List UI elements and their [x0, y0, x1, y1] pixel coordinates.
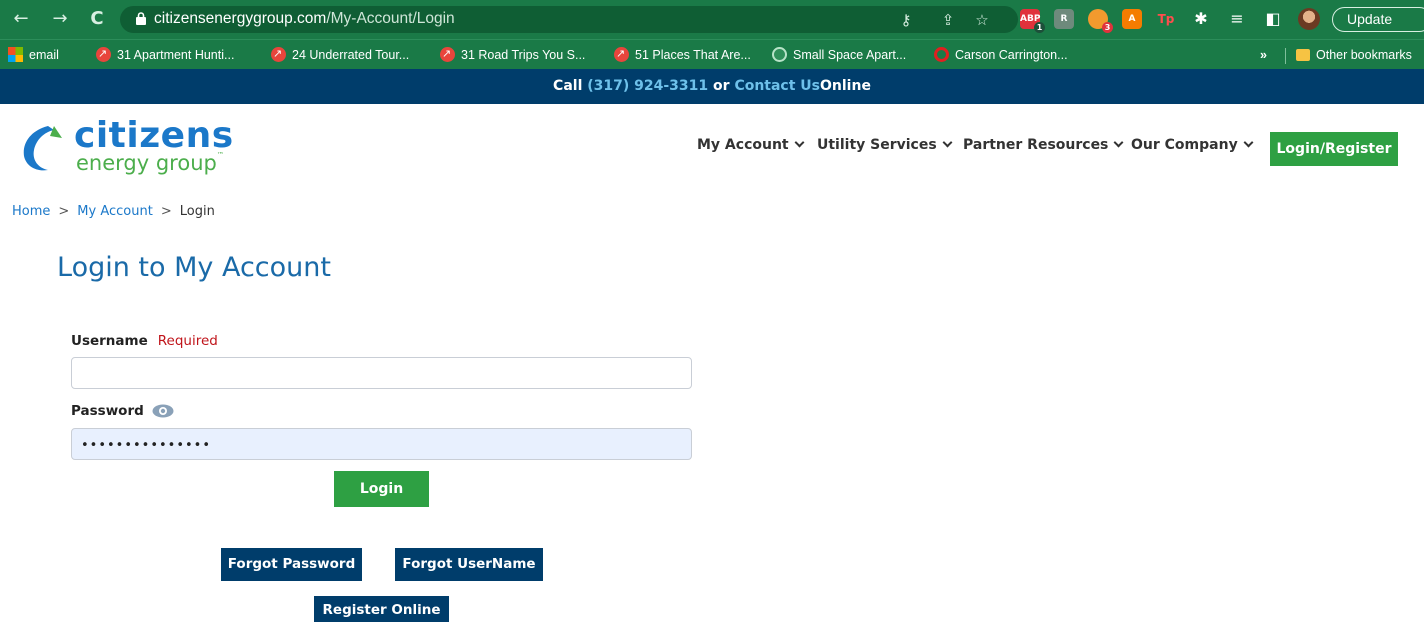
bookmark-underrated-tours[interactable]: 24 Underrated Tour... — [271, 45, 409, 64]
opera-icon — [934, 47, 949, 62]
chevron-down-icon — [942, 137, 953, 148]
star-icon[interactable]: ☆ — [972, 10, 992, 30]
nav-our-company[interactable]: Our Company — [1131, 137, 1254, 153]
forward-icon[interactable]: → — [47, 6, 73, 32]
lock-icon — [136, 12, 146, 25]
breadcrumb-separator: > — [58, 204, 70, 219]
red-arrow-icon — [614, 45, 629, 63]
bookmark-small-space[interactable]: Small Space Apart... — [772, 46, 906, 64]
url-text: citizensenergygroup.com/My-Account/Login — [154, 10, 455, 27]
profile-avatar[interactable] — [1298, 8, 1320, 30]
breadcrumb-current: Login — [179, 204, 215, 219]
rss-extension-icon[interactable]: 3 — [1088, 9, 1113, 33]
update-button[interactable]: Update — [1332, 7, 1424, 32]
breadcrumb: Home > My Account > Login — [12, 204, 215, 219]
phone-link[interactable]: (317) 924-3311 — [587, 78, 708, 94]
chevron-down-icon — [794, 137, 805, 148]
microsoft-icon — [8, 47, 23, 62]
bookmarks-overflow-button[interactable]: » — [1260, 46, 1267, 64]
forgot-username-button[interactable]: Forgot UserName — [395, 548, 543, 581]
reading-list-icon[interactable]: ≡ — [1226, 8, 1248, 30]
r-extension-icon[interactable]: R — [1054, 9, 1074, 29]
bookmark-email[interactable]: email — [8, 46, 59, 64]
breadcrumb-my-account[interactable]: My Account — [77, 204, 153, 219]
green-circle-icon — [772, 47, 787, 62]
bookmark-carson-carrington[interactable]: Carson Carrington... — [934, 46, 1068, 64]
address-bar[interactable]: citizensenergygroup.com/My-Account/Login… — [120, 6, 1018, 33]
show-password-eye-icon[interactable] — [152, 404, 174, 418]
logo-wordmark: citizens — [74, 115, 234, 156]
required-indicator: Required — [157, 333, 218, 349]
forgot-password-button[interactable]: Forgot Password — [221, 548, 362, 581]
login-register-button[interactable]: Login/Register — [1270, 132, 1398, 166]
site-logo[interactable]: citizens energy group™ — [14, 115, 244, 180]
bookmarks-separator — [1285, 48, 1286, 64]
other-bookmarks[interactable]: Other bookmarks — [1296, 46, 1412, 64]
login-button[interactable]: Login — [334, 471, 429, 507]
browser-toolbar: ← → C citizensenergygroup.com/My-Account… — [0, 0, 1424, 39]
call-text: Call — [553, 78, 583, 94]
red-arrow-icon — [96, 45, 111, 63]
back-icon[interactable]: ← — [8, 6, 34, 32]
page-title: Login to My Account — [57, 252, 331, 283]
chevron-down-icon — [1243, 137, 1254, 148]
folder-icon — [1296, 49, 1310, 61]
online-text: Online — [820, 78, 871, 94]
or-text: or — [713, 78, 730, 94]
username-input[interactable] — [71, 357, 692, 389]
nav-partner-resources[interactable]: Partner Resources — [963, 137, 1124, 153]
side-panel-icon[interactable]: ◧ — [1262, 8, 1284, 30]
logo-swoosh-icon — [23, 126, 62, 171]
breadcrumb-separator: > — [160, 204, 172, 219]
password-label: Password — [71, 403, 144, 419]
puzzle-extensions-icon[interactable]: ✱ — [1190, 8, 1212, 30]
key-icon[interactable]: ⚷ — [896, 10, 916, 30]
breadcrumb-home[interactable]: Home — [12, 204, 50, 219]
username-label: Username Required — [71, 333, 218, 349]
bookmarks-bar: email 31 Apartment Hunti... 24 Underrate… — [0, 39, 1424, 69]
register-online-button[interactable]: Register Online — [314, 596, 449, 622]
bookmark-road-trips[interactable]: 31 Road Trips You S... — [440, 45, 585, 64]
red-arrow-icon — [271, 45, 286, 63]
bookmark-apartment-hunting[interactable]: 31 Apartment Hunti... — [96, 45, 234, 64]
nav-my-account[interactable]: My Account — [697, 137, 805, 153]
call-bar: Call (317) 924-3311 or Contact UsOnline — [0, 69, 1424, 104]
reload-icon[interactable]: C — [84, 6, 110, 32]
logo-tagline: energy group™ — [76, 151, 224, 175]
adblock-icon[interactable]: ABP 1 — [1020, 9, 1045, 33]
a-extension-icon[interactable]: A — [1122, 9, 1142, 29]
chevron-down-icon — [1113, 137, 1124, 148]
contact-us-link[interactable]: Contact Us — [734, 78, 820, 94]
red-arrow-icon — [440, 45, 455, 63]
bookmark-places[interactable]: 51 Places That Are... — [614, 45, 751, 64]
nav-utility-services[interactable]: Utility Services — [817, 137, 953, 153]
tp-extension-icon[interactable]: Tp — [1156, 9, 1176, 29]
password-masked-value: ••••••••••••••• — [81, 438, 212, 453]
share-icon[interactable]: ⇪ — [938, 10, 958, 30]
